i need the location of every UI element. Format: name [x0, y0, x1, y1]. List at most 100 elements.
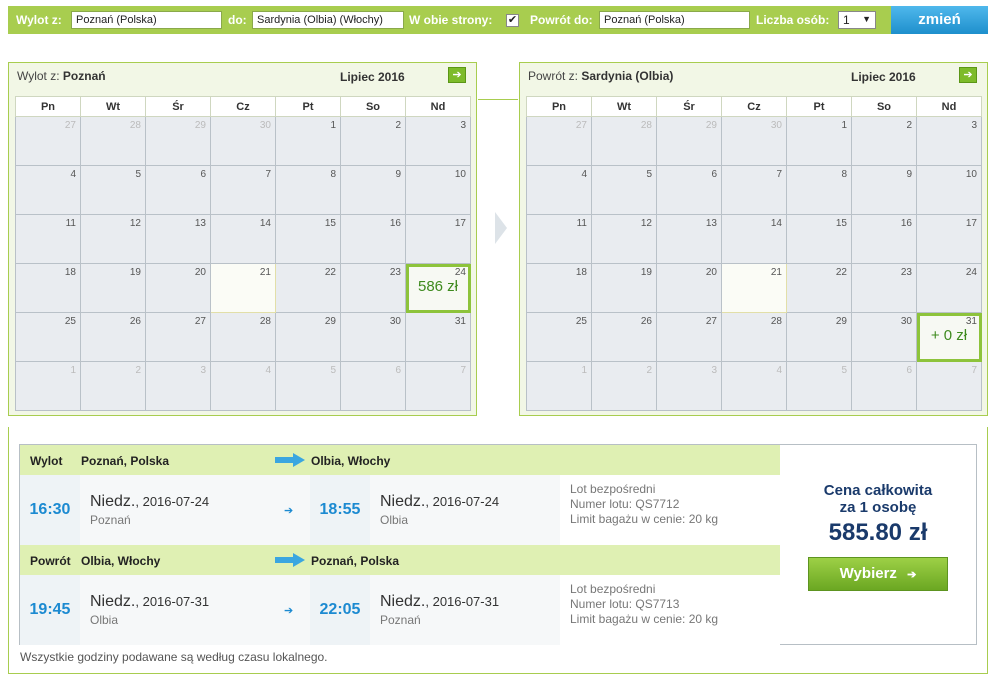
to-input[interactable]: Sardynia (Olbia) (Włochy)	[252, 11, 404, 29]
calendar-day[interactable]: 18	[15, 263, 81, 313]
calendar-day[interactable]: 27	[145, 312, 211, 362]
calendar-day[interactable]: 28	[721, 312, 787, 362]
day-number: 6	[711, 169, 717, 180]
calendar-day[interactable]: 30	[851, 312, 917, 362]
outbound-row[interactable]: 16:30 Niedz., 2016-07-24 Poznań ➔ 18:55 …	[20, 475, 780, 545]
calendar-day[interactable]: 25	[15, 312, 81, 362]
calendar-day[interactable]: 3	[916, 116, 982, 166]
calendar-day[interactable]: 22	[786, 263, 852, 313]
return-row[interactable]: 19:45 Niedz., 2016-07-31 Olbia ➔ 22:05 N…	[20, 575, 780, 645]
calendar-day[interactable]: 25	[526, 312, 592, 362]
calendar-day[interactable]: 14	[210, 214, 276, 264]
day-number: 16	[389, 218, 401, 229]
calendar-day[interactable]: 4	[15, 165, 81, 215]
arrival-date: Niedz., 2016-07-24	[380, 493, 499, 511]
calendar-day[interactable]: 12	[591, 214, 657, 264]
day-number: 23	[900, 267, 912, 278]
calendar-day[interactable]: 31	[405, 312, 471, 362]
calendar-day[interactable]: 16	[851, 214, 917, 264]
calendar-day[interactable]: 8	[275, 165, 341, 215]
calendar-day[interactable]: 3	[405, 116, 471, 166]
persons-select[interactable]: 1 ▼	[838, 11, 876, 29]
calendar-day[interactable]: 15	[786, 214, 852, 264]
calendar-day[interactable]: 18	[526, 263, 592, 313]
chevron-down-icon: ▼	[862, 14, 871, 24]
day-number: 5	[646, 169, 652, 180]
calendar-day[interactable]: 14	[721, 214, 787, 264]
from-input[interactable]: Poznań (Polska)	[71, 11, 222, 29]
flight-number: Numer lotu: QS7713	[570, 597, 680, 611]
next-month-arrow-icon[interactable]: ➔	[448, 67, 466, 83]
calendar-day[interactable]: 24 586 zł	[405, 263, 471, 313]
arrival-time: 22:05	[310, 575, 370, 645]
calendar-day[interactable]: 21	[721, 263, 787, 313]
calendar-day[interactable]: 17	[916, 214, 982, 264]
calendar-day[interactable]: 29	[275, 312, 341, 362]
next-month-arrow-icon[interactable]: ➔	[959, 67, 977, 83]
calendar-day[interactable]: 2	[340, 116, 406, 166]
calendar-day[interactable]: 27	[656, 312, 722, 362]
calendar-day[interactable]: 11	[526, 214, 592, 264]
calendar-day[interactable]: 23	[851, 263, 917, 313]
calendar-day[interactable]: 10	[916, 165, 982, 215]
day-number: 4	[265, 365, 271, 376]
calendar-day[interactable]: 16	[340, 214, 406, 264]
calendar-day[interactable]: 23	[340, 263, 406, 313]
calendar-day[interactable]: 15	[275, 214, 341, 264]
calendar-day[interactable]: 10	[405, 165, 471, 215]
persons-label: Liczba osób:	[756, 13, 830, 27]
calendar-day[interactable]: 26	[80, 312, 146, 362]
calendar-day[interactable]: 29	[786, 312, 852, 362]
both-ways-checkbox[interactable]: ✔	[506, 14, 519, 27]
day-number: 6	[906, 365, 912, 376]
return-label: Powrót	[30, 554, 71, 568]
day-number: 18	[575, 267, 587, 278]
arrow-right-icon: ➔	[907, 569, 917, 581]
change-button[interactable]: zmień	[891, 6, 988, 34]
calendar-day[interactable]: 9	[851, 165, 917, 215]
calendar-day[interactable]: 31 + 0 zł	[916, 312, 982, 362]
calendar-day[interactable]: 13	[145, 214, 211, 264]
calendar-day[interactable]: 1	[275, 116, 341, 166]
calendar-day[interactable]: 28	[210, 312, 276, 362]
calendar-day[interactable]: 4	[526, 165, 592, 215]
return-to: Poznań, Polska	[311, 554, 400, 568]
calendar-day[interactable]: 7	[210, 165, 276, 215]
calendar-day[interactable]: 24	[916, 263, 982, 313]
weekday-header: Wt	[591, 96, 657, 117]
calendar-day[interactable]: 17	[405, 214, 471, 264]
calendar-day[interactable]: 20	[656, 263, 722, 313]
calendar-day[interactable]: 19	[591, 263, 657, 313]
calendar-day[interactable]: 5	[591, 165, 657, 215]
day-number: 27	[64, 120, 76, 131]
calendar-day[interactable]: 22	[275, 263, 341, 313]
departure-city: Olbia	[90, 613, 119, 627]
calendar-day[interactable]: 1	[786, 116, 852, 166]
day-number: 4	[581, 169, 587, 180]
weekday-header: Nd	[916, 96, 982, 117]
calendar-day[interactable]: 2	[851, 116, 917, 166]
day-price: + 0 zł	[930, 327, 968, 344]
calendar-day[interactable]: 6	[656, 165, 722, 215]
return-input[interactable]: Poznań (Polska)	[599, 11, 750, 29]
calendar-day[interactable]: 19	[80, 263, 146, 313]
calendar-day[interactable]: 13	[656, 214, 722, 264]
calendar-day[interactable]: 11	[15, 214, 81, 264]
calendar-day[interactable]: 21	[210, 263, 276, 313]
calendar-day[interactable]: 8	[786, 165, 852, 215]
day-number: 9	[906, 169, 912, 180]
calendar-day[interactable]: 7	[721, 165, 787, 215]
calendar-day[interactable]: 30	[340, 312, 406, 362]
calendar-day[interactable]: 20	[145, 263, 211, 313]
calendar-day[interactable]: 12	[80, 214, 146, 264]
day-number: 31	[454, 316, 466, 327]
return-label: Powrót do:	[530, 13, 593, 27]
calendar-day[interactable]: 26	[591, 312, 657, 362]
day-number: 2	[646, 365, 652, 376]
baggage-limit: Limit bagażu w cenie: 20 kg	[570, 612, 719, 626]
calendar-day[interactable]: 5	[80, 165, 146, 215]
select-button[interactable]: Wybierz ➔	[808, 557, 948, 591]
calendar-day[interactable]: 9	[340, 165, 406, 215]
calendar-day[interactable]: 6	[145, 165, 211, 215]
persons-value: 1	[843, 13, 850, 27]
